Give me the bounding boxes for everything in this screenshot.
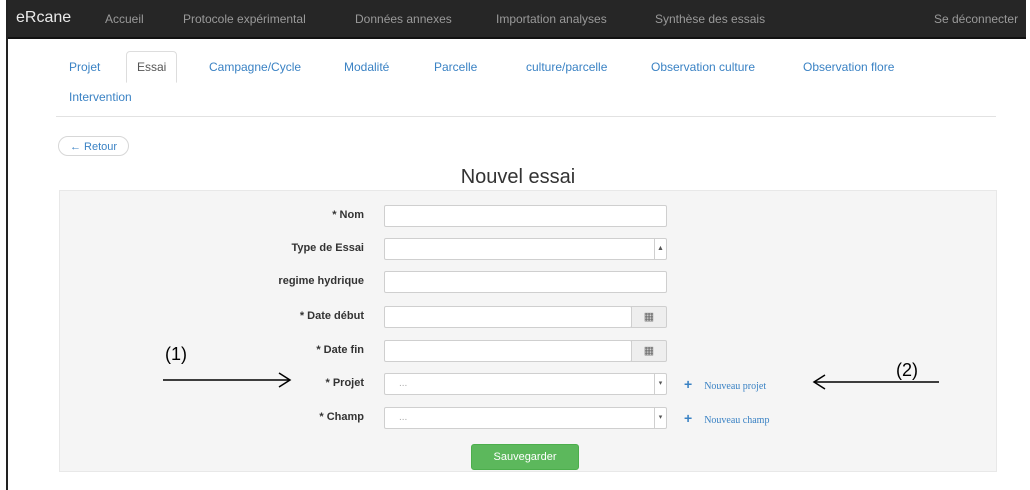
nav-importation-analyses[interactable]: Importation analyses bbox=[496, 12, 607, 26]
new-champ-label[interactable]: Nouveau champ bbox=[704, 415, 769, 426]
type-essai-select[interactable]: ▲ bbox=[384, 238, 667, 260]
chevron-down-icon[interactable]: ▲ bbox=[654, 239, 666, 259]
new-champ-link[interactable]: + Nouveau champ bbox=[684, 410, 769, 426]
tab-projet[interactable]: Projet bbox=[69, 60, 100, 74]
annotation-arrow-right bbox=[163, 372, 292, 388]
nom-input[interactable] bbox=[384, 205, 667, 227]
nav-protocole[interactable]: Protocole expérimental bbox=[183, 12, 306, 26]
new-projet-label[interactable]: Nouveau projet bbox=[704, 381, 766, 392]
nav-logout[interactable]: Se déconnecter bbox=[934, 12, 1018, 26]
new-projet-link[interactable]: + Nouveau projet bbox=[684, 376, 766, 392]
plus-icon: + bbox=[684, 410, 693, 426]
annotation-arrow-left bbox=[812, 374, 939, 390]
tab-parcelle[interactable]: Parcelle bbox=[434, 60, 477, 74]
champ-value: ... bbox=[399, 412, 408, 423]
back-button[interactable]: ← Retour bbox=[58, 136, 130, 156]
plus-icon: + bbox=[684, 376, 693, 392]
label-champ: * Champ bbox=[319, 411, 364, 423]
tab-modalite[interactable]: Modalité bbox=[344, 60, 389, 74]
top-navbar: eRcane Accueil Protocole expérimental Do… bbox=[8, 0, 1026, 39]
nav-donnees-annexes[interactable]: Données annexes bbox=[355, 12, 452, 26]
champ-select[interactable]: ... ▾ bbox=[384, 407, 667, 429]
nav-synthese-essais[interactable]: Synthèse des essais bbox=[655, 12, 765, 26]
save-button[interactable]: Sauvegarder bbox=[471, 444, 579, 470]
label-date-debut: * Date début bbox=[299, 310, 364, 322]
date-debut-input[interactable] bbox=[384, 306, 632, 328]
tab-campagne-cycle[interactable]: Campagne/Cycle bbox=[209, 60, 301, 74]
tab-observation-culture[interactable]: Observation culture bbox=[651, 60, 755, 74]
label-type-essai: Type de Essai bbox=[291, 242, 364, 254]
label-date-fin: * Date fin bbox=[316, 344, 364, 356]
form-panel bbox=[59, 190, 997, 472]
projet-value: ... bbox=[399, 378, 408, 389]
tab-intervention[interactable]: Intervention bbox=[69, 90, 132, 104]
tab-essai[interactable]: Essai bbox=[126, 51, 178, 83]
annotation-1: (1) bbox=[165, 344, 187, 364]
app-frame: eRcane Accueil Protocole expérimental Do… bbox=[6, 0, 1026, 490]
chevron-down-icon[interactable]: ▾ bbox=[654, 374, 666, 394]
brand-logo[interactable]: eRcane bbox=[16, 9, 71, 27]
regime-hydrique-input[interactable] bbox=[384, 271, 667, 293]
tab-observation-flore[interactable]: Observation flore bbox=[803, 60, 894, 74]
label-nom: * Nom bbox=[332, 209, 364, 221]
calendar-icon[interactable]: ▦ bbox=[631, 306, 667, 328]
page-title: Nouvel essai bbox=[460, 166, 576, 188]
tab-culture-parcelle[interactable]: culture/parcelle bbox=[526, 60, 607, 74]
chevron-down-icon[interactable]: ▾ bbox=[654, 408, 666, 428]
date-fin-input[interactable] bbox=[384, 340, 632, 362]
tabs-divider bbox=[56, 116, 996, 117]
projet-select[interactable]: ... ▾ bbox=[384, 373, 667, 395]
label-regime-hydrique: regime hydrique bbox=[278, 275, 364, 287]
calendar-icon[interactable]: ▦ bbox=[631, 340, 667, 362]
nav-accueil[interactable]: Accueil bbox=[105, 12, 144, 26]
